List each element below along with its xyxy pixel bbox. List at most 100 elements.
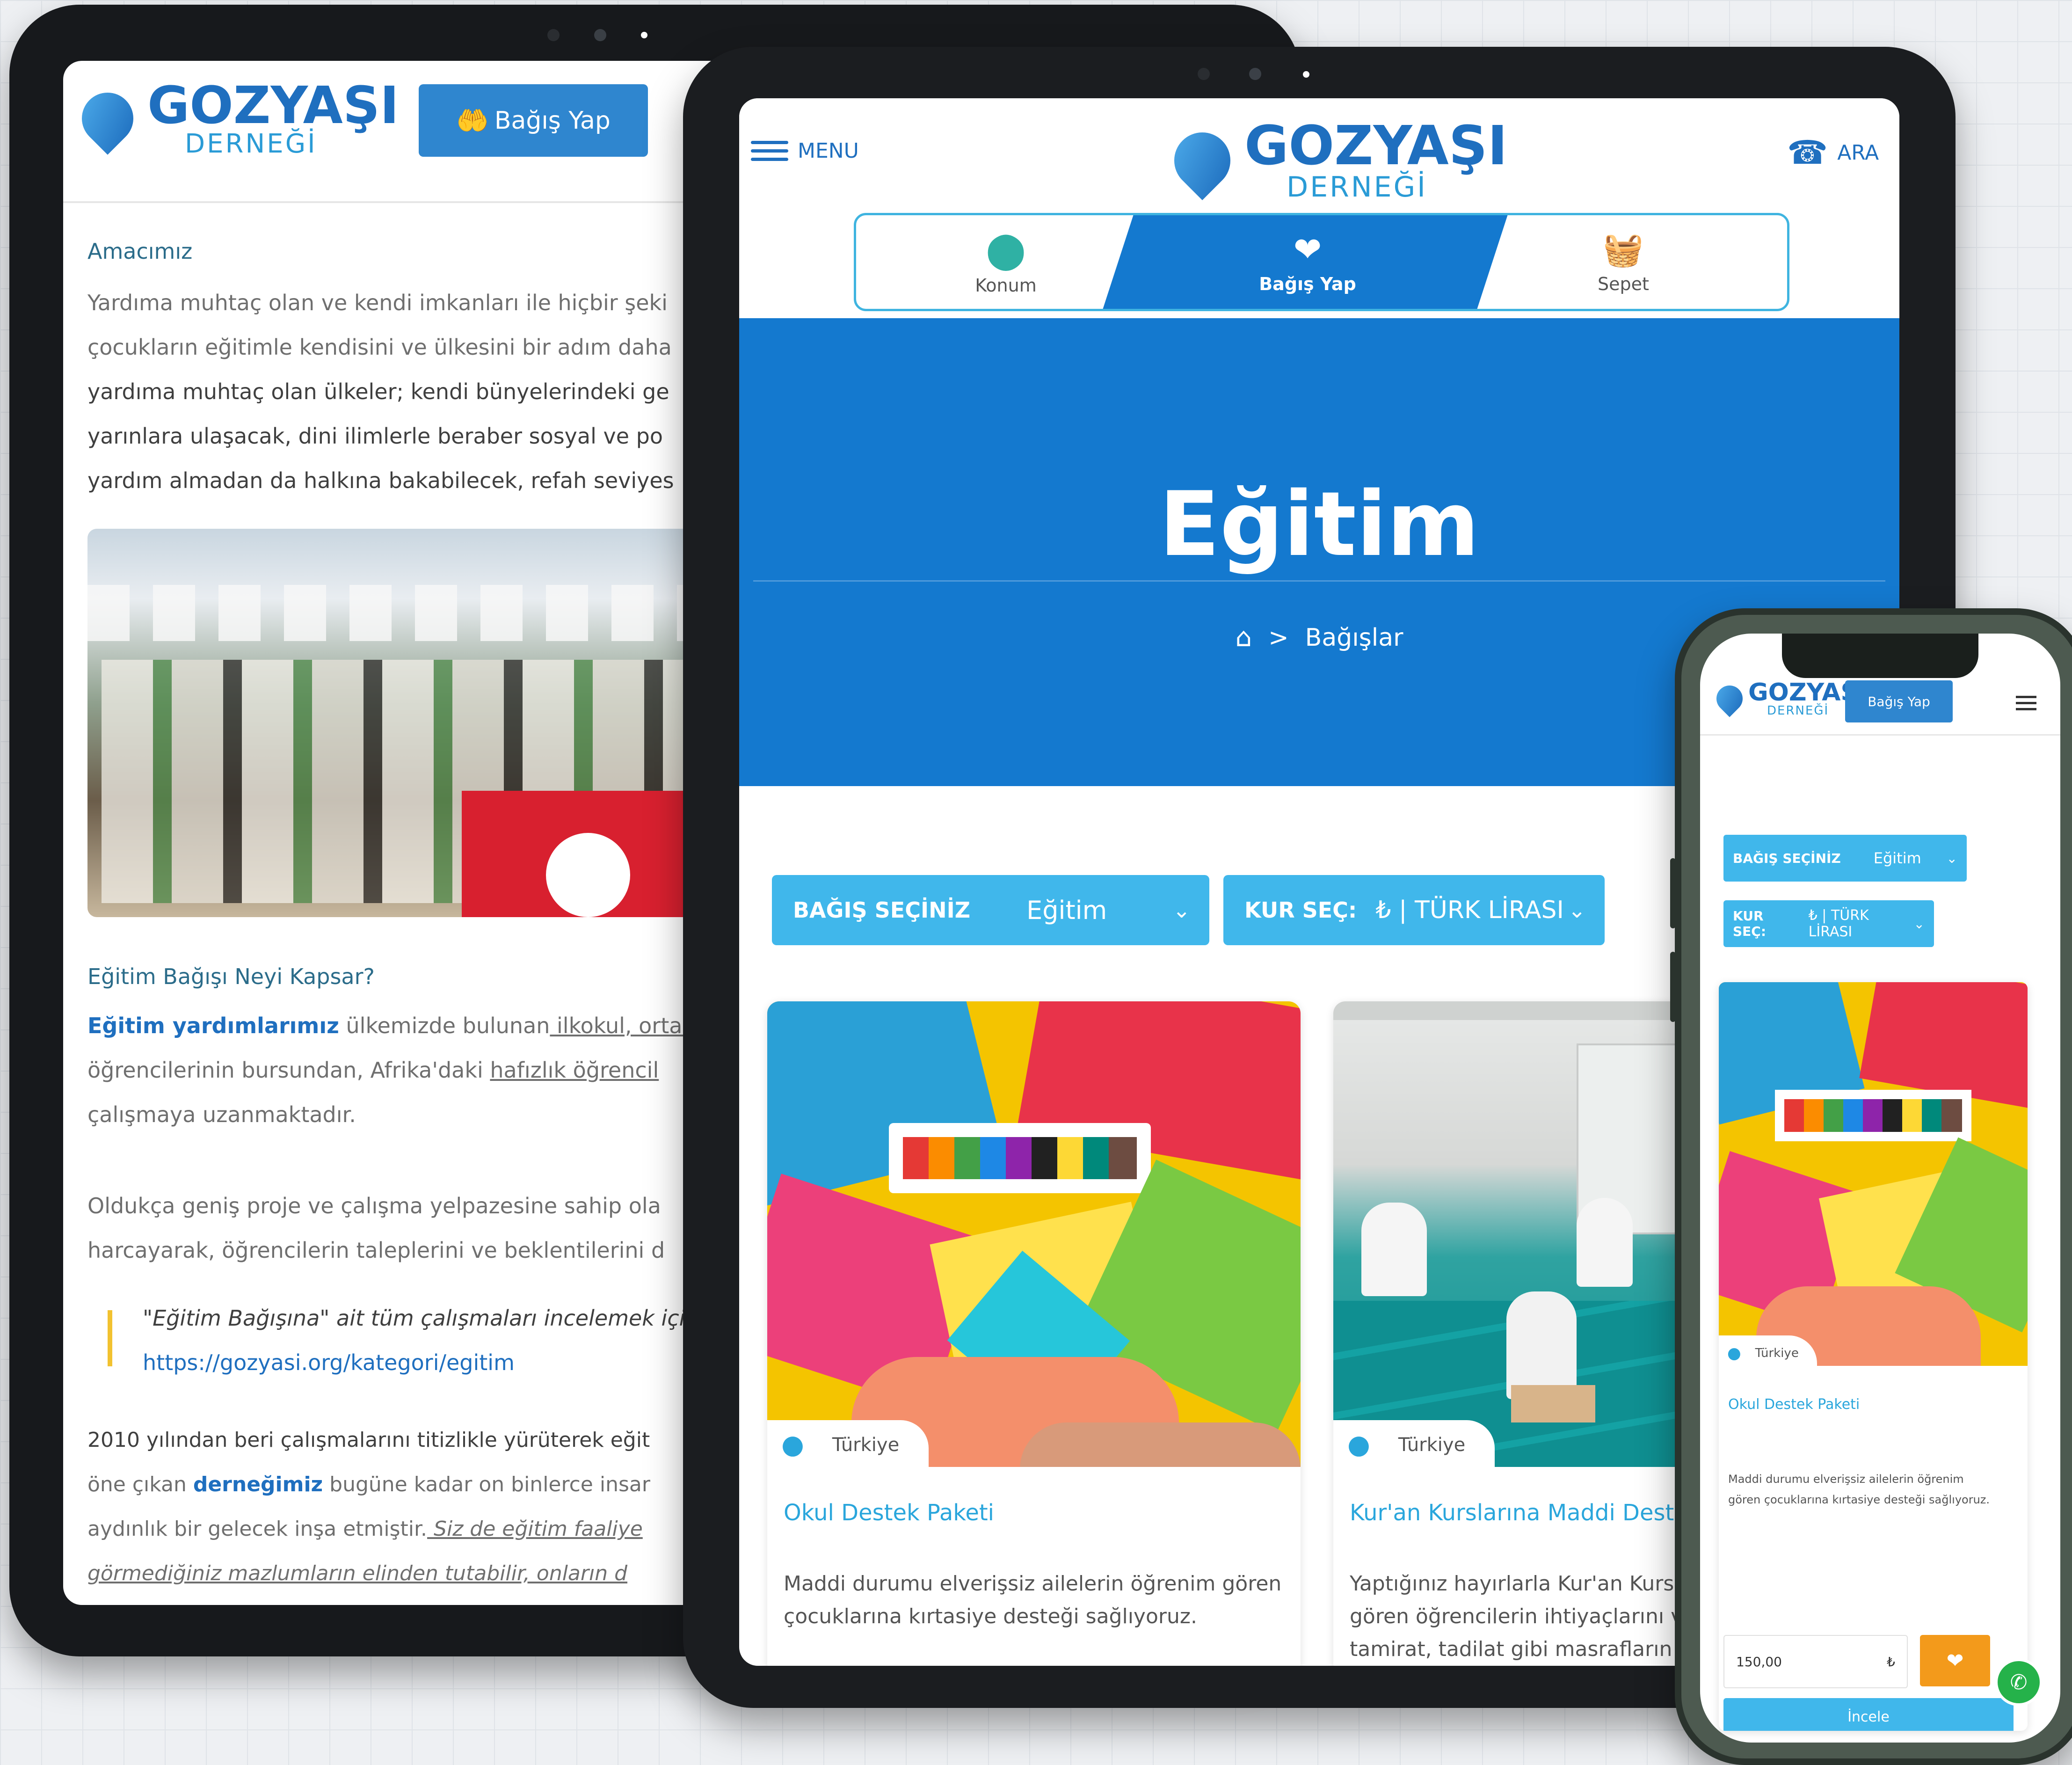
- brand-logo[interactable]: GOZYAŞI DERNEĞİ: [1711, 680, 1867, 717]
- category-link[interactable]: https://gozyasi.org/kategori/egitim: [143, 1341, 515, 1385]
- location-pin-icon: ●: [1727, 1343, 1741, 1363]
- location-badge: ● Türkiye: [767, 1420, 929, 1469]
- scope-text: ülkemizde bulunan: [339, 1013, 550, 1038]
- para3-line: 2010 yılından beri çalışmalarını titizli…: [87, 1428, 650, 1452]
- donate-hand-icon: ❤: [1946, 1648, 1964, 1673]
- menu-label: MENU: [798, 139, 859, 163]
- chevron-down-icon: ⌄: [1568, 897, 1586, 923]
- tab-konum[interactable]: ⬤ Konum: [856, 215, 1156, 309]
- currency-select-value: ₺ | TÜRK LİRASI: [1808, 907, 1869, 940]
- currency-select-label: KUR SEÇ:: [1733, 908, 1767, 939]
- tab-bagis-yap[interactable]: ❤ Bağış Yap: [1156, 215, 1460, 309]
- tab-sepet-label: Sepet: [1598, 273, 1649, 294]
- review-button[interactable]: İncele: [1723, 1698, 2014, 1731]
- location-badge: ● Türkiye: [1333, 1420, 1495, 1469]
- para3-text: aydınlık bir gelecek inşa etmiştir.: [87, 1517, 428, 1541]
- currency-select-label: KUR SEÇ:: [1244, 897, 1357, 923]
- tablet-left-camera: [547, 29, 560, 41]
- brand-name: GOZYAŞI: [147, 75, 399, 135]
- card-title[interactable]: Okul Destek Paketi: [784, 1500, 994, 1526]
- call-button[interactable]: ☎ ARA: [1787, 133, 1879, 172]
- card-text-line: Maddi durumu elverişsiz ailelerin öğreni…: [1728, 1473, 1964, 1486]
- donation-select[interactable]: BAĞIŞ SEÇİNİZ Eğitim ⌄: [1723, 835, 1967, 882]
- second-paragraph: Oldukça geniş proje ve çalışma yelpazesi…: [87, 1184, 665, 1273]
- drop-logo-icon: [71, 82, 144, 155]
- amount-value: 150,00: [1736, 1654, 1782, 1670]
- brand-logo[interactable]: GOZYAŞI DERNEĞİ: [71, 75, 399, 157]
- whatsapp-icon[interactable]: ✆: [1995, 1658, 2043, 1706]
- tablet-center-light: [1303, 71, 1309, 78]
- menu-button[interactable]: MENU: [751, 136, 859, 166]
- school-link[interactable]: ilkokul, ortao: [550, 1013, 696, 1038]
- home-icon[interactable]: ⌂: [1236, 622, 1252, 653]
- card-description: Maddi durumu elverişsiz ailelerin öğreni…: [784, 1568, 1281, 1633]
- currency-select[interactable]: KUR SEÇ: ₺ | TÜRK LİRASI ⌄: [1723, 900, 1934, 947]
- drop-logo-icon: [1711, 680, 1748, 717]
- donation-select-label: BAĞIŞ SEÇİNİZ: [793, 897, 971, 923]
- basket-icon: 🧺: [1603, 230, 1644, 269]
- para3-text: öne çıkan: [87, 1473, 193, 1496]
- card-title[interactable]: Okul Destek Paketi: [1728, 1396, 1860, 1413]
- donate-button-label: Bağış Yap: [1868, 693, 1930, 709]
- association-bold: derneğimiz: [193, 1473, 323, 1496]
- tab-sepet[interactable]: 🧺 Sepet: [1460, 215, 1787, 309]
- donate-button[interactable]: Bağış Yap: [1845, 680, 1953, 722]
- tablet-center-sensor: [1198, 68, 1210, 80]
- third-paragraph: 2010 yılından beri çalışmalarını titizli…: [87, 1418, 650, 1596]
- scope-text: öğrencilerinin bursundan, Afrika'daki: [87, 1058, 490, 1083]
- quote-bar: [108, 1310, 112, 1366]
- card-description: Maddi durumu elverişsiz ailelerin öğreni…: [1728, 1469, 1990, 1510]
- donate-button-label: Bağış Yap: [494, 106, 611, 135]
- chevron-down-icon: ⌄: [1913, 916, 1925, 932]
- card-text-line: gören çocuklarına kırtasiye desteği sağl…: [1728, 1493, 1990, 1506]
- card-image-stationery: [767, 1001, 1301, 1467]
- donate-hand-icon: ❤: [1293, 230, 1322, 269]
- aim-paragraph: Yardıma muhtaç olan ve kendi imkanları i…: [87, 281, 674, 503]
- heading-aim: Amacımız: [87, 239, 193, 264]
- card-text-line: çocuklarına kırtasiye desteği sağlıyoruz…: [784, 1605, 1197, 1628]
- aim-line: çocukların eğitimle kendisini ve ülkesin…: [87, 335, 672, 360]
- tab-bagis-label: Bağış Yap: [1259, 274, 1356, 294]
- donation-card[interactable]: ● Türkiye Okul Destek Paketi Maddi durum…: [767, 1001, 1301, 1666]
- hafizlik-link[interactable]: hafızlık öğrencil: [490, 1058, 659, 1083]
- location-pin-icon: ●: [1347, 1430, 1370, 1460]
- tab-konum-label: Konum: [975, 275, 1037, 296]
- brand-subtitle: DERNEĞİ: [1287, 171, 1427, 204]
- donation-select-value: Eğitim: [1873, 849, 1921, 867]
- currency-symbol: ₺: [1887, 1654, 1895, 1670]
- breadcrumb-separator: >: [1268, 623, 1289, 652]
- amount-input[interactable]: 150,00 ₺: [1723, 1635, 1908, 1688]
- currency-select[interactable]: KUR SEÇ: ₺ | TÜRK LİRASI ⌄: [1223, 875, 1605, 945]
- location-pin-icon: ●: [781, 1430, 804, 1460]
- card-title[interactable]: Kur'an Kurslarına Maddi Deste: [1350, 1500, 1688, 1526]
- card-image-stationery: [1719, 982, 2028, 1366]
- scope-text: çalışmaya uzanmaktadır.: [87, 1102, 356, 1127]
- donate-button[interactable]: 🤲 Bağış Yap: [419, 84, 648, 157]
- phone-device: GOZYAŞI DERNEĞİ Bağış Yap BAĞIŞ SEÇİNİZ …: [1670, 608, 2072, 1765]
- card-text-line: gören öğrencilerin ihtiyaçlarını v: [1350, 1605, 1683, 1628]
- activities-link-cont[interactable]: görmediğiniz mazlumların elinden tutabil…: [87, 1551, 650, 1596]
- donation-card[interactable]: ● Türkiye Okul Destek Paketi Maddi durum…: [1719, 982, 2028, 1731]
- phone-header-divider: [1700, 734, 2060, 736]
- location-pin-icon: ⬤: [986, 228, 1026, 270]
- hamburger-icon: [751, 136, 788, 166]
- caps-row: [87, 585, 710, 641]
- add-to-cart-button[interactable]: ❤: [1920, 1635, 1990, 1686]
- card-text-line: tamirat, tadilat gibi masrafların: [1350, 1637, 1672, 1661]
- para2-line: harcayarak, öğrencilerin taleplerini ve …: [87, 1238, 665, 1263]
- breadcrumb-current[interactable]: Bağışlar: [1305, 624, 1403, 652]
- brand-logo[interactable]: GOZYAŞI DERNEĞİ: [1163, 119, 1507, 204]
- aim-line: yardıma muhtaç olan ülkeler; kendi bünye…: [87, 379, 669, 404]
- activities-link[interactable]: Siz de eğitim faaliye: [427, 1517, 643, 1541]
- card-description: Yaptığınız hayırlarla Kur'an Kursla göre…: [1350, 1568, 1693, 1666]
- donate-hand-icon: 🤲: [456, 105, 489, 136]
- phone-icon: ☎: [1787, 133, 1828, 172]
- students-photo: [87, 529, 710, 917]
- scope-bold: Eğitim yardımlarımız: [87, 1013, 339, 1038]
- quote-text: "Eğitim Bağışına" ait tüm çalışmaları in…: [143, 1306, 685, 1331]
- donation-select-value: Eğitim: [1026, 895, 1107, 925]
- para3-text: bugüne kadar on binlerce insar: [323, 1473, 650, 1496]
- hamburger-icon[interactable]: [2016, 692, 2036, 714]
- donation-select[interactable]: BAĞIŞ SEÇİNİZ Eğitim ⌄: [772, 875, 1209, 945]
- phone-screen: GOZYAŞI DERNEĞİ Bağış Yap BAĞIŞ SEÇİNİZ …: [1700, 634, 2060, 1743]
